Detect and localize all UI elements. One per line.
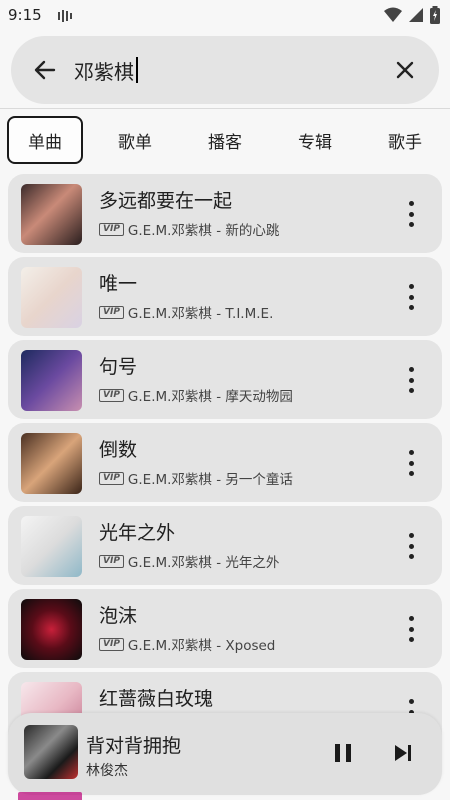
category-tabs: 单曲 歌单 播客 专辑 歌手 <box>0 116 450 164</box>
more-options-icon[interactable] <box>406 533 416 559</box>
song-subtitle: VIP G.E.M.邓紫棋 - Xposed <box>99 634 275 654</box>
close-icon[interactable] <box>391 56 419 84</box>
wifi-icon <box>384 7 402 22</box>
album-cover <box>21 267 82 328</box>
tab-artists[interactable]: 歌手 <box>367 116 443 164</box>
more-options-icon[interactable] <box>406 367 416 393</box>
mini-player[interactable]: 背对背拥抱 林俊杰 <box>8 713 442 795</box>
song-subtitle: VIP G.E.M.邓紫棋 - 摩天动物园 <box>99 385 293 405</box>
search-input[interactable]: 邓紫棋 <box>74 56 138 84</box>
song-title: 红蔷薇白玫瑰 <box>99 688 214 710</box>
tab-songs[interactable]: 单曲 <box>7 116 83 164</box>
now-playing-title: 背对背拥抱 <box>86 735 182 757</box>
vip-badge: VIP <box>99 305 124 319</box>
song-title: 多远都要在一起 <box>99 190 233 212</box>
song-subtitle: VIP G.E.M.邓紫棋 - 新的心跳 <box>99 219 279 239</box>
status-bar: 9:15 <box>0 0 450 32</box>
song-title: 倒数 <box>99 439 138 461</box>
album-cover <box>21 516 82 577</box>
search-query: 邓紫棋 <box>74 59 134 84</box>
vip-badge: VIP <box>99 637 124 651</box>
notification-icon <box>58 10 72 22</box>
more-options-icon[interactable] <box>406 201 416 227</box>
album-cover <box>21 599 82 660</box>
vip-badge: VIP <box>99 388 124 402</box>
text-caret <box>136 57 138 83</box>
skip-next-icon[interactable] <box>390 740 416 766</box>
partial-cover-peek <box>18 792 82 800</box>
song-title: 唯一 <box>99 273 138 295</box>
song-item[interactable]: 光年之外 VIP G.E.M.邓紫棋 - 光年之外 <box>8 506 442 585</box>
status-icons <box>384 6 440 24</box>
more-options-icon[interactable] <box>406 450 416 476</box>
tab-podcasts[interactable]: 播客 <box>187 116 263 164</box>
song-item[interactable]: 倒数 VIP G.E.M.邓紫棋 - 另一个童话 <box>8 423 442 502</box>
pause-icon[interactable] <box>330 740 356 766</box>
more-options-icon[interactable] <box>406 284 416 310</box>
album-cover <box>21 433 82 494</box>
vip-badge: VIP <box>99 471 124 485</box>
song-item[interactable]: 泡沫 VIP G.E.M.邓紫棋 - Xposed <box>8 589 442 668</box>
tab-albums[interactable]: 专辑 <box>277 116 353 164</box>
song-item[interactable]: 多远都要在一起 VIP G.E.M.邓紫棋 - 新的心跳 <box>8 174 442 253</box>
song-item[interactable]: 句号 VIP G.E.M.邓紫棋 - 摩天动物园 <box>8 340 442 419</box>
more-options-icon[interactable] <box>406 616 416 642</box>
song-title: 光年之外 <box>99 522 176 544</box>
song-subtitle: VIP G.E.M.邓紫棋 - 另一个童话 <box>99 468 293 488</box>
song-subtitle: VIP G.E.M.邓紫棋 - 光年之外 <box>99 551 279 571</box>
song-title: 泡沫 <box>99 605 138 627</box>
divider <box>0 108 450 109</box>
song-item[interactable]: 唯一 VIP G.E.M.邓紫棋 - T.I.M.E. <box>8 257 442 336</box>
album-cover <box>21 184 82 245</box>
back-arrow-icon[interactable] <box>31 56 59 84</box>
vip-badge: VIP <box>99 222 124 236</box>
now-playing-cover <box>24 725 78 779</box>
song-subtitle: VIP G.E.M.邓紫棋 - T.I.M.E. <box>99 302 273 322</box>
now-playing-artist: 林俊杰 <box>86 763 128 779</box>
signal-icon <box>409 8 423 22</box>
tab-playlists[interactable]: 歌单 <box>97 116 173 164</box>
status-time: 9:15 <box>8 6 42 24</box>
song-title: 句号 <box>99 356 138 378</box>
album-cover <box>21 350 82 411</box>
vip-badge: VIP <box>99 554 124 568</box>
battery-icon <box>430 6 440 24</box>
search-bar: 邓紫棋 <box>11 36 439 104</box>
